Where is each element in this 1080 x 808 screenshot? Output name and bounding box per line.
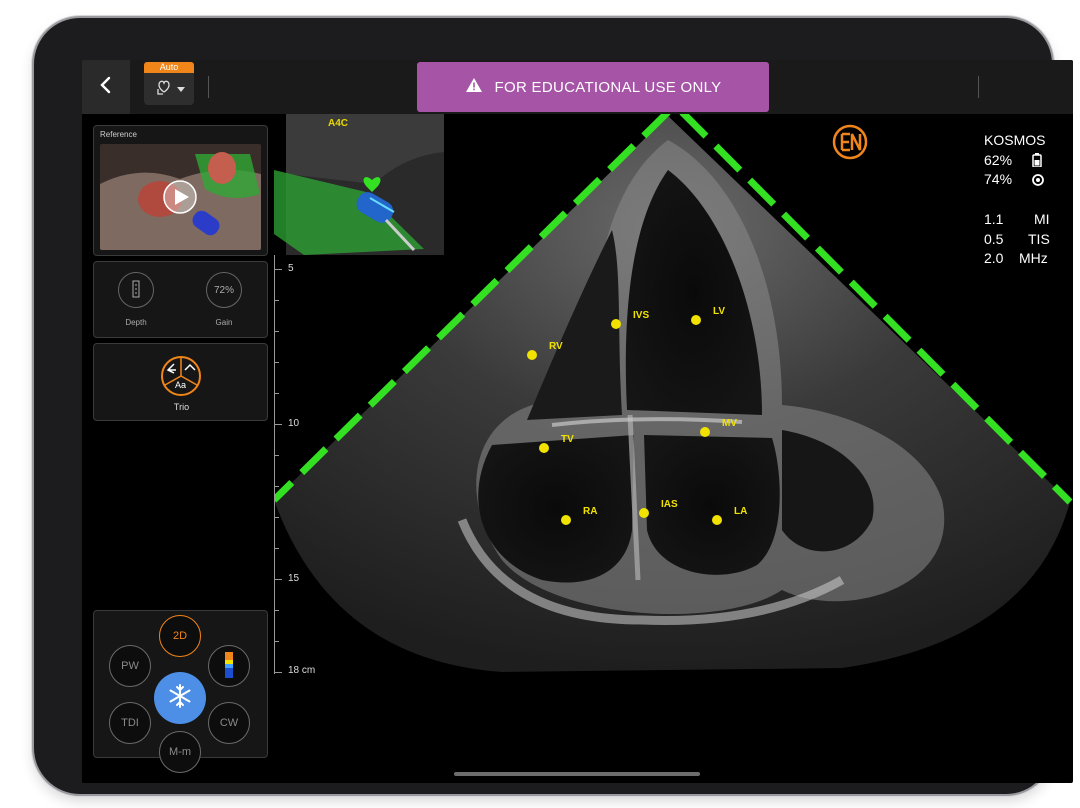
- probe-icon: [1032, 173, 1044, 189]
- ruler-label: 5: [288, 263, 294, 274]
- ruler-tick: [274, 455, 279, 456]
- top-bar: Auto FOR EDUCATIONAL USE ONLY: [82, 60, 1073, 114]
- dot-la[interactable]: [712, 515, 722, 525]
- mode-mm-button[interactable]: M-m: [159, 731, 201, 773]
- brand-label: KOSMOS: [984, 132, 1046, 148]
- snowflake-icon: [167, 683, 193, 714]
- depth-gain-card: Depth 72% Gain: [93, 261, 268, 338]
- trio-card[interactable]: Aa Trio: [93, 343, 268, 421]
- gain-label: Gain: [215, 318, 233, 327]
- chevron-left-icon: [99, 76, 113, 99]
- home-indicator[interactable]: [454, 772, 700, 776]
- ruler-tick: [274, 486, 279, 487]
- dot-ra[interactable]: [561, 515, 571, 525]
- ruler-tick: [274, 548, 279, 549]
- ruler-tick: [274, 672, 282, 673]
- battery-value: 62%: [984, 152, 1013, 168]
- color-bar-icon: [225, 651, 233, 681]
- dot-lv[interactable]: [691, 315, 701, 325]
- warning-icon: [465, 77, 483, 97]
- label-ivs: IVS: [633, 310, 650, 321]
- mi-unit: MI: [1034, 211, 1050, 227]
- dot-tv[interactable]: [539, 443, 549, 453]
- reference-video[interactable]: [100, 144, 261, 250]
- auto-badge: Auto: [144, 62, 194, 73]
- probe-position-thumbnail: [274, 114, 444, 255]
- mode-tdi-button[interactable]: TDI: [109, 702, 151, 744]
- ruler-label: 15: [288, 573, 300, 584]
- label-rv: RV: [549, 341, 563, 352]
- ruler-tick: [274, 362, 279, 363]
- app-screen: 0 5 10 15 18 cm A4C IVS LV RV MV TV IAS …: [82, 60, 1073, 783]
- freeze-button[interactable]: [154, 672, 206, 724]
- side-panel: Reference Depth 72% Gain Aa Trio 2D PW T…: [82, 114, 274, 783]
- tis-value: 0.5: [984, 231, 1004, 247]
- ruler-tick: [274, 641, 279, 642]
- mi-value: 1.1: [984, 211, 1004, 227]
- view-label: A4C: [328, 118, 349, 129]
- freq-value: 2.0: [984, 250, 1004, 266]
- divider: [208, 76, 209, 98]
- tablet-frame: 0 5 10 15 18 cm A4C IVS LV RV MV TV IAS …: [34, 18, 1073, 794]
- tis-unit: TIS: [1028, 231, 1050, 247]
- trio-icon-text: Aa: [175, 380, 187, 390]
- ruler-label: 10: [288, 418, 300, 429]
- educational-banner: FOR EDUCATIONAL USE ONLY: [417, 62, 769, 112]
- dot-mv[interactable]: [700, 427, 710, 437]
- gain-value: 72%: [213, 284, 234, 296]
- heart-hand-icon: [154, 77, 174, 102]
- ruler-tick: [274, 579, 282, 580]
- mode-2d-button[interactable]: 2D: [159, 615, 201, 657]
- gain-knob[interactable]: 72%: [206, 272, 242, 308]
- banner-text: FOR EDUCATIONAL USE ONLY: [494, 78, 722, 96]
- ruler-tick: [274, 393, 279, 394]
- trio-label: Trio: [173, 402, 190, 412]
- color-doppler-button[interactable]: [208, 645, 250, 687]
- probe-charge-value: 74%: [984, 171, 1013, 187]
- ruler-tick: [274, 610, 279, 611]
- ruler-tick: [274, 331, 279, 332]
- label-ias: IAS: [661, 499, 678, 510]
- label-mv: MV: [722, 418, 737, 429]
- mode-pw-button[interactable]: PW: [109, 645, 151, 687]
- label-ra: RA: [583, 506, 598, 517]
- reference-label: Reference: [100, 130, 137, 139]
- freq-unit: MHz: [1019, 250, 1048, 266]
- ruler-tick: [274, 424, 282, 425]
- battery-icon: [1032, 153, 1042, 170]
- depth-label: Depth: [125, 318, 147, 327]
- label-tv: TV: [561, 434, 574, 445]
- dot-rv[interactable]: [527, 350, 537, 360]
- ruler-tick: [274, 300, 279, 301]
- divider: [978, 76, 979, 98]
- ruler-vertical-icon: [132, 280, 140, 301]
- back-button[interactable]: [82, 60, 130, 114]
- dot-ias[interactable]: [639, 508, 649, 518]
- imaging-mode-wheel: 2D PW TDI CW M-m: [93, 610, 268, 773]
- ruler-label: 18 cm: [288, 665, 316, 676]
- caret-down-icon: [176, 80, 185, 98]
- ruler-tick: [274, 269, 282, 270]
- dot-ivs[interactable]: [611, 319, 621, 329]
- reference-card[interactable]: Reference: [93, 125, 268, 256]
- preset-selector[interactable]: [144, 73, 194, 105]
- depth-knob[interactable]: [118, 272, 154, 308]
- mode-cw-button[interactable]: CW: [208, 702, 250, 744]
- trio-icon: [159, 354, 203, 403]
- ruler-tick: [274, 517, 279, 518]
- label-la: LA: [734, 506, 748, 517]
- label-lv: LV: [713, 306, 726, 317]
